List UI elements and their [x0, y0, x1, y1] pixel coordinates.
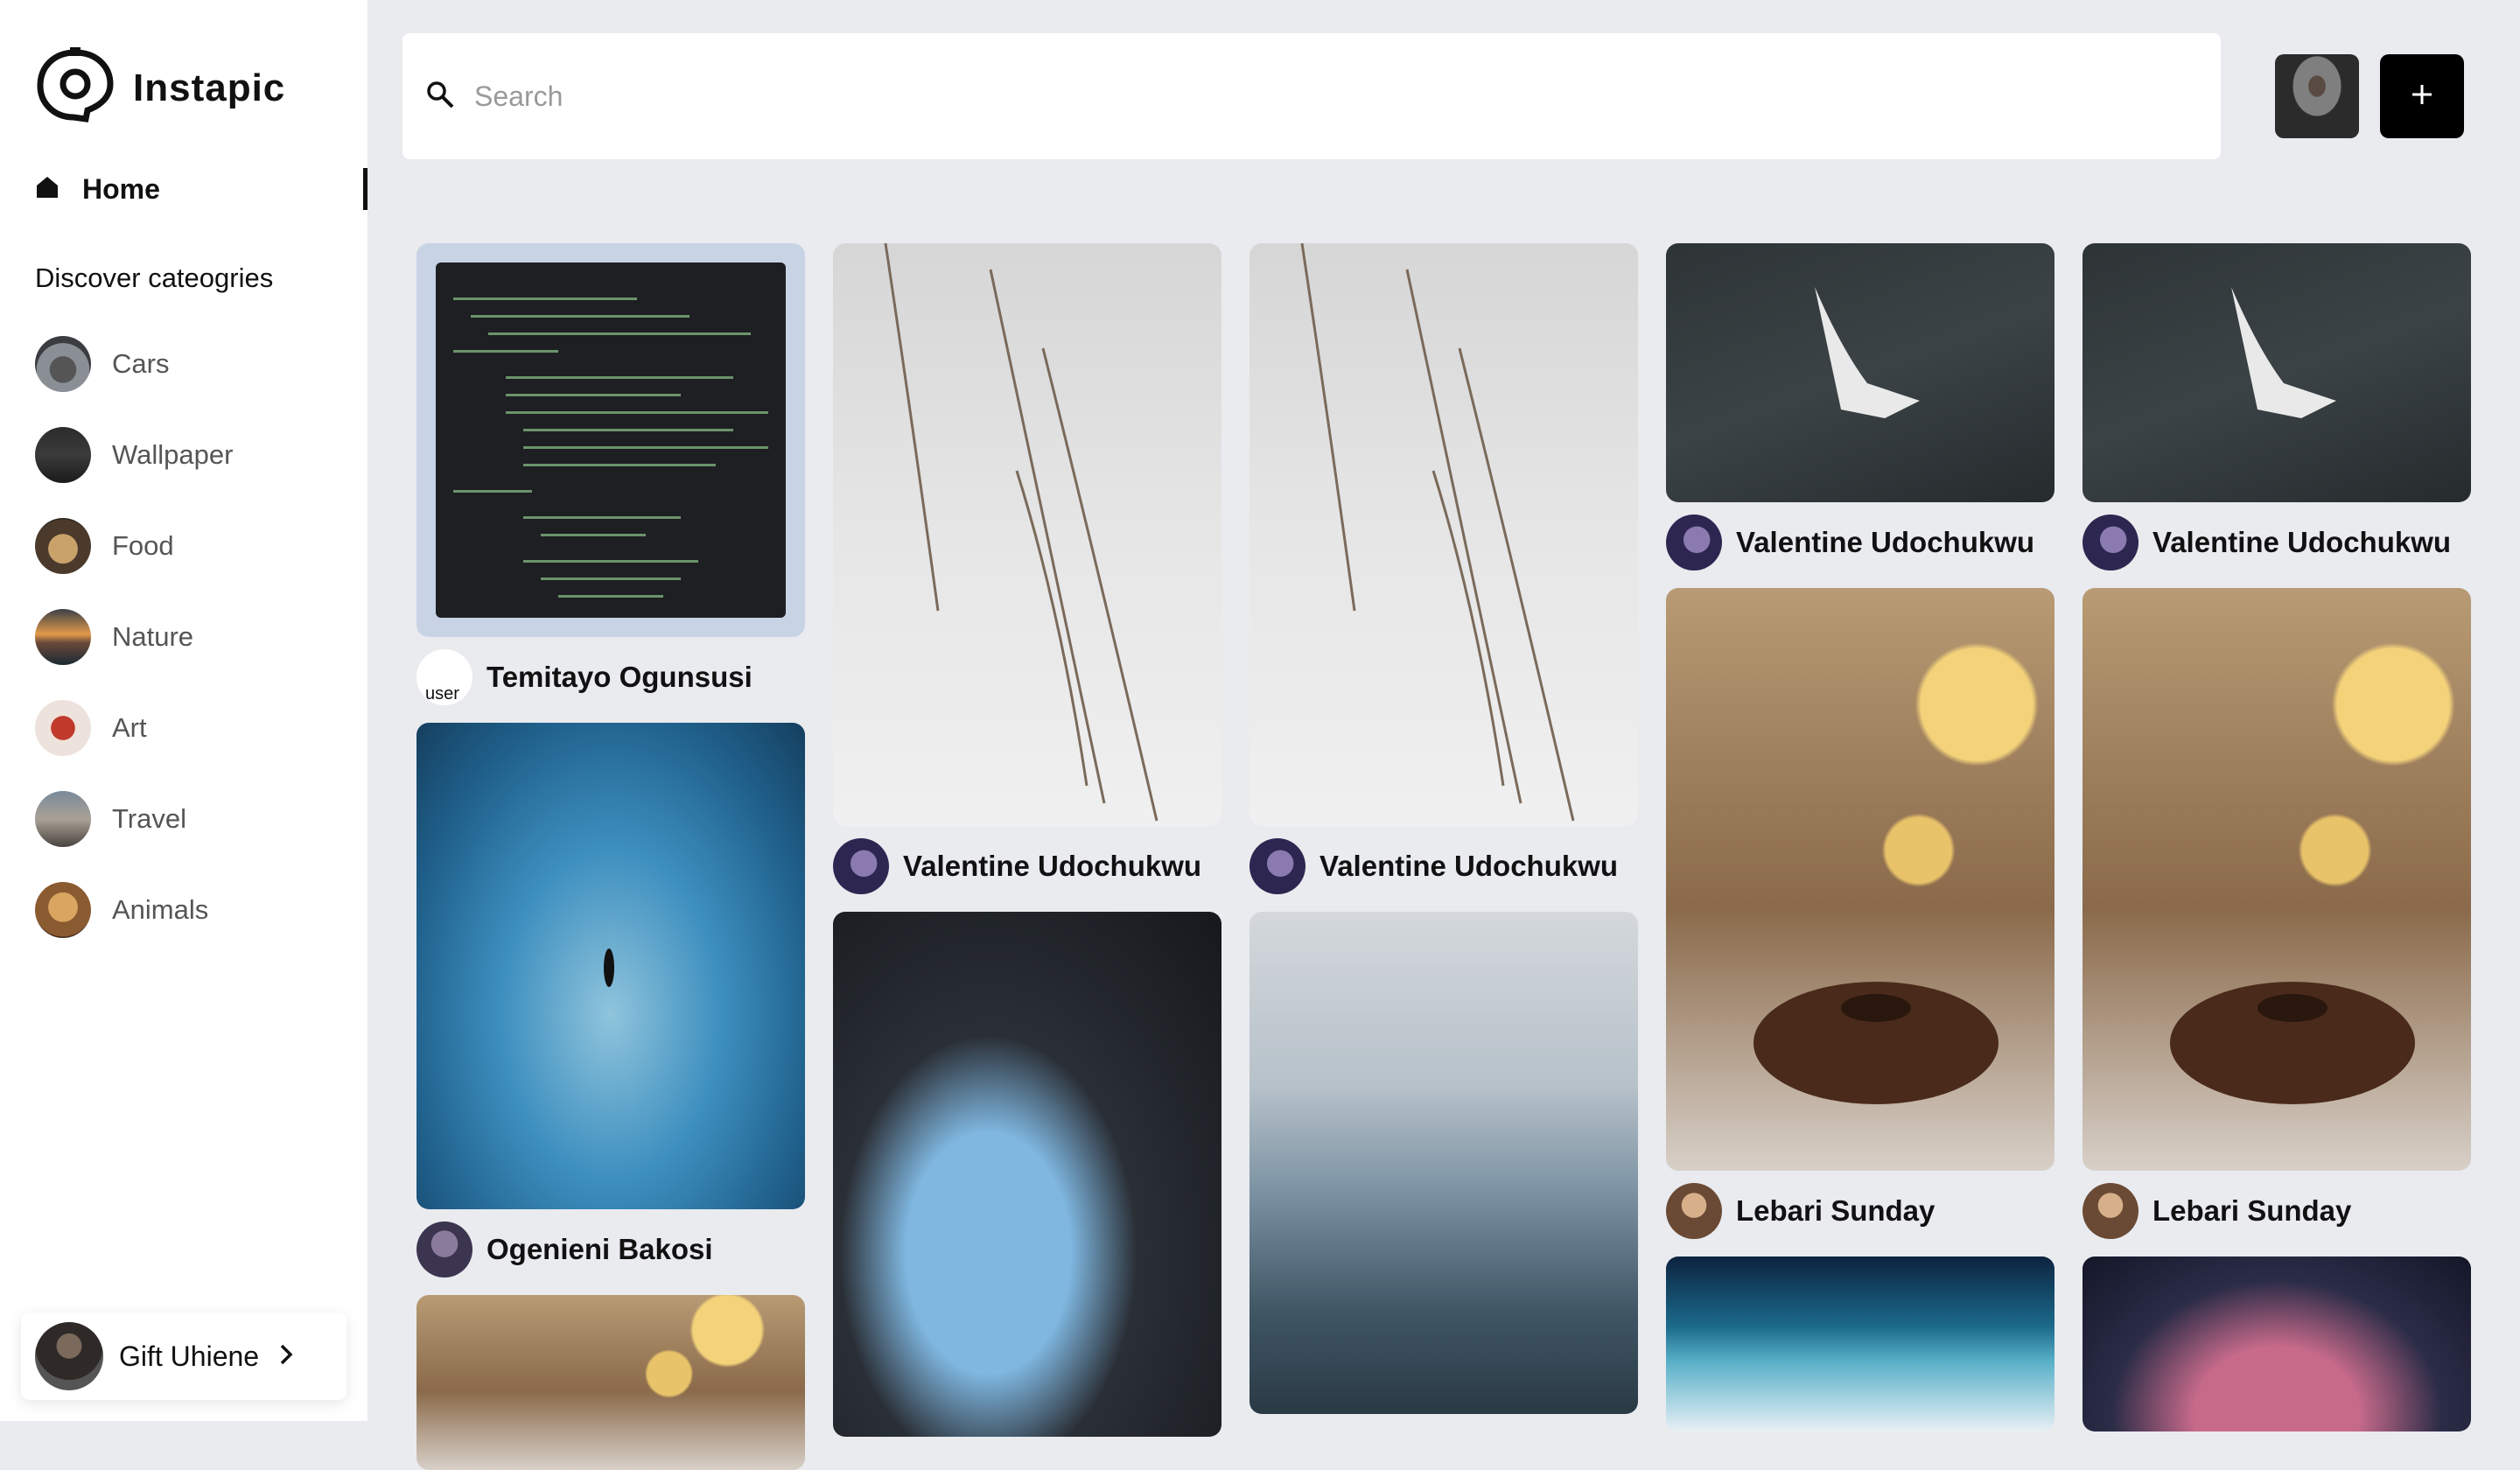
pin-image-brain-art[interactable]	[2082, 1256, 2471, 1432]
pin-card: user Temitayo Ogunsusi	[416, 243, 805, 705]
sidebar: Instapic Home Discover cateogries Cars W…	[0, 0, 368, 1421]
author-name[interactable]: Temitayo Ogunsusi	[486, 661, 752, 694]
wallpaper-thumbnail	[35, 427, 91, 483]
category-label: Nature	[112, 621, 194, 652]
pin-card: Lebari Sunday	[2082, 588, 2471, 1239]
category-label: Food	[112, 530, 174, 561]
pin-column: Valentine Udochukwu Lebari Sunday	[2082, 243, 2471, 1432]
pin-author: Valentine Udochukwu	[1250, 838, 1638, 894]
search-bar[interactable]	[402, 33, 2221, 159]
pin-card: Valentine Udochukwu	[1666, 243, 2054, 570]
instapic-logo-icon	[35, 46, 116, 130]
pin-author: user Temitayo Ogunsusi	[416, 649, 805, 705]
pin-image-seagull[interactable]	[2082, 243, 2471, 502]
author-name[interactable]: Ogenieni Bakosi	[486, 1233, 713, 1266]
pin-image-snow-grass[interactable]	[1250, 243, 1638, 826]
pin-column: Valentine Udochukwu	[833, 243, 1222, 1437]
pin-author: Lebari Sunday	[1666, 1183, 2054, 1239]
category-item-art[interactable]: Art	[35, 700, 233, 756]
food-thumbnail	[35, 518, 91, 574]
user-profile-card[interactable]: Gift Uhiene	[21, 1312, 346, 1400]
art-thumbnail	[35, 700, 91, 756]
author-avatar	[1666, 1183, 1722, 1239]
author-avatar	[2082, 514, 2138, 570]
pin-image-ocean-swimmer[interactable]	[416, 723, 805, 1209]
category-list: Cars Wallpaper Food Nature Art Travel An…	[35, 336, 233, 973]
category-label: Travel	[112, 803, 186, 834]
category-item-cars[interactable]: Cars	[35, 336, 233, 392]
author-name[interactable]: Lebari Sunday	[2152, 1194, 2351, 1228]
category-item-food[interactable]: Food	[35, 518, 233, 574]
pin-card: Ogenieni Bakosi	[416, 723, 805, 1278]
pin-card	[1250, 912, 1638, 1414]
category-label: Cars	[112, 348, 170, 379]
pin-author: Valentine Udochukwu	[1666, 514, 2054, 570]
author-avatar	[1666, 514, 1722, 570]
pin-image-cake[interactable]	[2082, 588, 2471, 1171]
pin-author: Lebari Sunday	[2082, 1183, 2471, 1239]
profile-avatar-button[interactable]	[2275, 54, 2359, 138]
home-icon	[35, 175, 60, 204]
author-avatar	[1250, 838, 1306, 894]
chevron-right-icon	[278, 1342, 294, 1371]
author-name[interactable]: Valentine Udochukwu	[2152, 526, 2451, 559]
category-label: Wallpaper	[112, 439, 234, 470]
author-avatar	[416, 1222, 472, 1278]
pin-image-sea-cave[interactable]	[833, 912, 1222, 1437]
pin-image-aurora[interactable]	[1666, 1256, 2054, 1432]
pin-author: Valentine Udochukwu	[2082, 514, 2471, 570]
category-item-nature[interactable]: Nature	[35, 609, 233, 665]
category-label: Animals	[112, 894, 209, 925]
category-item-animals[interactable]: Animals	[35, 882, 233, 938]
author-name[interactable]: Lebari Sunday	[1736, 1194, 1935, 1228]
pin-column: Valentine Udochukwu	[1250, 243, 1638, 1414]
pin-image-snow-grass[interactable]	[833, 243, 1222, 826]
pin-card	[416, 1295, 805, 1470]
pin-image-cake[interactable]	[1666, 588, 2054, 1171]
author-avatar	[833, 838, 889, 894]
nav-home[interactable]: Home	[35, 168, 368, 210]
logo[interactable]: Instapic	[35, 46, 285, 130]
author-name[interactable]: Valentine Udochukwu	[1736, 526, 2034, 559]
author-avatar	[2082, 1183, 2138, 1239]
pin-card: Lebari Sunday	[1666, 588, 2054, 1239]
app-name: Instapic	[133, 66, 286, 109]
pin-image-code-screenshot[interactable]	[416, 243, 805, 637]
pin-image-misty-mountains[interactable]	[1250, 912, 1638, 1414]
pin-image-cake[interactable]	[416, 1295, 805, 1470]
user-name: Gift Uhiene	[119, 1340, 260, 1372]
nature-thumbnail	[35, 609, 91, 665]
travel-thumbnail	[35, 791, 91, 847]
pin-card: Valentine Udochukwu	[833, 243, 1222, 894]
pin-author: Valentine Udochukwu	[833, 838, 1222, 894]
pin-column: Valentine Udochukwu Lebari Sunday	[1666, 243, 2054, 1432]
category-label: Art	[112, 712, 147, 743]
author-name[interactable]: Valentine Udochukwu	[903, 850, 1201, 883]
pin-card: Valentine Udochukwu	[1250, 243, 1638, 894]
pin-card	[2082, 1256, 2471, 1432]
category-item-wallpaper[interactable]: Wallpaper	[35, 427, 233, 483]
author-avatar-alt: user	[425, 684, 459, 704]
pin-card: Valentine Udochukwu	[2082, 243, 2471, 570]
search-input[interactable]	[472, 79, 2138, 114]
author-name[interactable]: Valentine Udochukwu	[1320, 850, 1618, 883]
pin-card	[833, 912, 1222, 1437]
animals-thumbnail	[35, 882, 91, 938]
cars-thumbnail	[35, 336, 91, 392]
categories-heading: Discover cateogries	[35, 262, 274, 293]
author-avatar: user	[416, 649, 472, 705]
pin-image-seagull[interactable]	[1666, 243, 2054, 502]
pin-column: user Temitayo Ogunsusi Ogenieni Bakosi	[416, 243, 805, 1470]
pin-card	[1666, 1256, 2054, 1432]
pin-author: Ogenieni Bakosi	[416, 1222, 805, 1278]
search-icon	[425, 80, 455, 114]
user-avatar	[35, 1322, 103, 1390]
plus-icon	[2411, 83, 2433, 110]
nav-home-label: Home	[82, 172, 160, 205]
add-pin-button[interactable]	[2380, 54, 2464, 138]
category-item-travel[interactable]: Travel	[35, 791, 233, 847]
